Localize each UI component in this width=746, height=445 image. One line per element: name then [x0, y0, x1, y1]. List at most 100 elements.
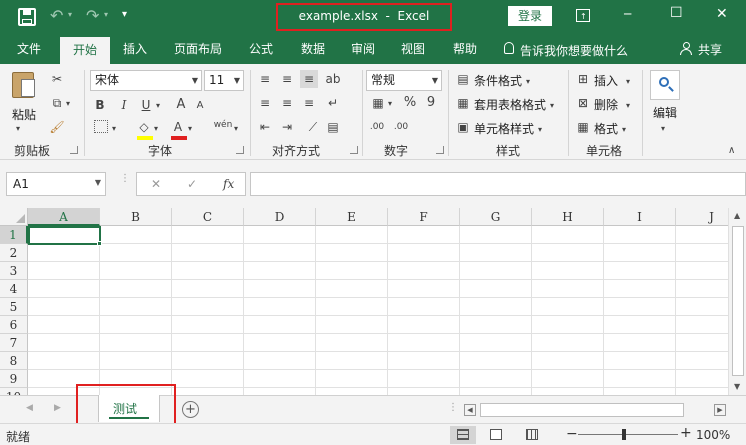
cell-styles-dropdown-icon[interactable]: ▾ — [538, 121, 542, 139]
comma-style-button[interactable]: 9 — [424, 94, 438, 112]
grow-font-button[interactable]: A — [174, 96, 188, 114]
format-painter-icon[interactable]: 🖌 — [48, 118, 66, 136]
align-middle-icon[interactable]: ≡ — [278, 70, 296, 88]
underline-button[interactable]: U — [138, 96, 154, 114]
active-cell[interactable] — [28, 226, 101, 245]
tab-home[interactable]: 开始 — [60, 37, 110, 64]
format-dropdown-icon[interactable]: ▾ — [622, 121, 626, 139]
font-name-select[interactable]: 宋体 ▼ — [90, 70, 202, 91]
row-header[interactable]: 9 — [0, 370, 28, 388]
align-left-icon[interactable]: ≡ — [256, 94, 274, 112]
scroll-left-icon[interactable]: ◀ — [464, 404, 476, 416]
editing-button[interactable]: 编辑 — [653, 104, 677, 121]
delete-dropdown-icon[interactable]: ▾ — [626, 97, 630, 115]
delete-cells-button[interactable]: 删除 — [594, 96, 618, 113]
redo-dropdown-icon[interactable]: ▾ — [104, 10, 108, 19]
restore-icon[interactable]: ☐ — [670, 5, 683, 21]
fill-handle[interactable] — [97, 241, 102, 246]
orientation-icon[interactable]: ab — [324, 70, 342, 88]
zoom-out-button[interactable]: − — [566, 426, 578, 442]
add-sheet-button[interactable]: + — [182, 401, 199, 418]
undo-dropdown-icon[interactable]: ▾ — [68, 10, 72, 19]
column-header[interactable]: B — [100, 208, 172, 226]
search-icon[interactable] — [650, 70, 680, 100]
customize-qat-icon[interactable]: ▾ — [122, 9, 127, 20]
close-icon[interactable]: ✕ — [716, 6, 728, 22]
column-header[interactable]: H — [532, 208, 604, 226]
tab-help[interactable]: 帮助 — [444, 34, 486, 64]
column-header[interactable]: I — [604, 208, 676, 226]
enter-icon[interactable]: ✓ — [187, 177, 197, 191]
zoom-level[interactable]: 100% — [696, 428, 730, 442]
orientation-alt-icon[interactable]: ⟋ — [304, 118, 322, 136]
increase-indent-icon[interactable]: ⇥ — [278, 118, 296, 136]
scroll-up-icon[interactable]: ▲ — [734, 211, 740, 220]
chevron-down-icon[interactable]: ▼ — [95, 178, 101, 187]
share-button[interactable]: 共享 — [698, 41, 722, 58]
borders-icon[interactable] — [94, 120, 108, 133]
select-all-corner[interactable] — [0, 208, 28, 226]
bold-button[interactable]: B — [92, 96, 108, 114]
number-format-select[interactable]: 常规 ▼ — [366, 70, 442, 91]
tab-file[interactable]: 文件 — [8, 34, 50, 64]
zoom-in-button[interactable]: + — [680, 425, 692, 441]
alignment-launcher-icon[interactable] — [350, 146, 358, 154]
align-bottom-icon[interactable]: ≡ — [300, 70, 318, 88]
prev-sheet-icon[interactable]: ◀ — [26, 403, 33, 413]
row-header[interactable]: 1 — [0, 226, 28, 244]
phonetic-button[interactable]: wén — [212, 116, 234, 134]
tab-split-handle-icon[interactable]: ⋮ — [448, 402, 458, 413]
align-right-icon[interactable]: ≡ — [300, 94, 318, 112]
undo-icon[interactable]: ↶ — [50, 6, 63, 25]
borders-dropdown-icon[interactable]: ▾ — [112, 120, 116, 138]
fill-color-dropdown-icon[interactable]: ▾ — [154, 120, 158, 138]
formula-input[interactable] — [250, 172, 746, 196]
tab-formulas[interactable]: 公式 — [240, 34, 282, 64]
column-header[interactable]: D — [244, 208, 316, 226]
ribbon-display-options-icon[interactable]: ↑ — [576, 9, 590, 22]
column-header[interactable]: A — [28, 208, 100, 226]
align-top-icon[interactable]: ≡ — [256, 70, 274, 88]
row-header[interactable]: 4 — [0, 280, 28, 298]
editing-dropdown-icon[interactable]: ▾ — [661, 120, 665, 138]
decrease-indent-icon[interactable]: ⇤ — [256, 118, 274, 136]
font-color-icon[interactable]: A — [170, 118, 186, 136]
accounting-dropdown-icon[interactable]: ▾ — [388, 95, 392, 113]
format-as-table-dropdown-icon[interactable]: ▾ — [550, 97, 554, 115]
underline-dropdown-icon[interactable]: ▾ — [156, 97, 160, 115]
increase-decimal-button[interactable]: .00 — [368, 118, 386, 136]
insert-dropdown-icon[interactable]: ▾ — [626, 73, 630, 91]
collapse-ribbon-icon[interactable]: ∧ — [728, 142, 735, 160]
row-header[interactable]: 7 — [0, 334, 28, 352]
decrease-decimal-button[interactable]: .00 — [392, 118, 410, 136]
row-header[interactable]: 5 — [0, 298, 28, 316]
scroll-right-icon[interactable]: ▶ — [714, 404, 726, 416]
paste-icon[interactable] — [12, 72, 35, 98]
column-header[interactable]: G — [460, 208, 532, 226]
tab-data[interactable]: 数据 — [292, 34, 334, 64]
percent-button[interactable]: % — [402, 94, 418, 112]
copy-icon[interactable]: ⧉ — [48, 94, 66, 112]
cell-styles-button[interactable]: 单元格样式 — [474, 120, 534, 137]
shrink-font-button[interactable]: A — [194, 97, 206, 115]
zoom-slider[interactable] — [578, 429, 678, 440]
phonetic-dropdown-icon[interactable]: ▾ — [234, 120, 238, 138]
tab-view[interactable]: 视图 — [392, 34, 434, 64]
clipboard-launcher-icon[interactable] — [70, 146, 78, 154]
tab-page-layout[interactable]: 页面布局 — [166, 34, 230, 64]
name-box[interactable]: A1 ▼ — [6, 172, 106, 196]
tab-review[interactable]: 审阅 — [342, 34, 384, 64]
format-cells-button[interactable]: 格式 — [594, 120, 618, 137]
vertical-scrollbar[interactable]: ▲ ▼ — [728, 208, 746, 395]
normal-view-icon[interactable] — [450, 426, 476, 444]
wrap-text-icon[interactable]: ↵ — [324, 94, 342, 112]
column-header[interactable]: F — [388, 208, 460, 226]
insert-function-icon[interactable]: fx — [223, 177, 234, 191]
cancel-icon[interactable]: ✕ — [151, 177, 161, 191]
tab-insert[interactable]: 插入 — [114, 34, 156, 64]
align-center-icon[interactable]: ≡ — [278, 94, 296, 112]
row-header[interactable]: 8 — [0, 352, 28, 370]
row-header[interactable]: 10 — [0, 388, 28, 395]
accounting-format-icon[interactable]: ▦ — [368, 94, 388, 112]
zoom-slider-thumb[interactable] — [622, 429, 626, 440]
